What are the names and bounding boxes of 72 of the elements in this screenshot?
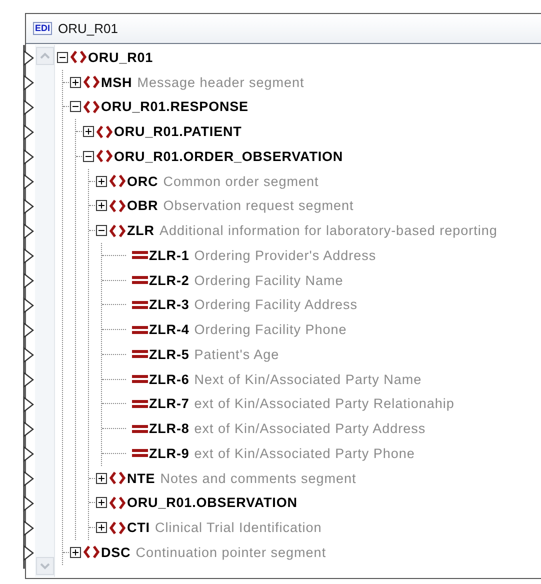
braces-icon <box>109 520 126 535</box>
braces-icon <box>83 100 100 114</box>
node-name[interactable]: ZLR-2 <box>149 272 190 288</box>
node-name[interactable]: NTE <box>127 470 156 486</box>
braces-icon <box>96 149 113 164</box>
node-description: Ordering Provider's Address <box>194 248 376 263</box>
field-icon <box>132 424 148 434</box>
braces-icon <box>109 198 126 213</box>
edi-icon: EDI <box>33 22 52 35</box>
node-description: ext of Kin/Associated Party Relationahip <box>194 396 454 412</box>
node-description: ext of Kin/Associated Party Phone <box>194 446 415 461</box>
collapse-icon[interactable] <box>96 225 107 236</box>
braces-icon <box>109 471 126 486</box>
node-description: Message header segment <box>137 74 304 90</box>
node-name[interactable]: ZLR-3 <box>149 297 190 312</box>
expand-icon[interactable] <box>96 522 107 534</box>
expand-icon[interactable] <box>83 126 94 138</box>
braces-icon <box>83 545 100 560</box>
node-name[interactable]: ZLR-1 <box>149 248 190 263</box>
node-name[interactable]: ZLR-7 <box>149 396 190 412</box>
braces-icon <box>109 174 126 188</box>
field-icon <box>132 349 148 360</box>
node-name[interactable]: ZLR-4 <box>149 322 190 338</box>
node-name[interactable]: ORU_R01.RESPONSE <box>101 99 248 114</box>
node-name[interactable]: ORC <box>127 174 158 189</box>
braces-icon <box>70 50 87 64</box>
field-icon <box>132 250 148 260</box>
node-description: Next of Kin/Associated Party Name <box>194 372 422 387</box>
field-icon <box>132 448 148 458</box>
window-title: ORU_R01 <box>58 21 118 36</box>
field-icon <box>132 275 148 286</box>
node-name[interactable]: OBR <box>127 198 158 214</box>
field-icon <box>132 324 148 335</box>
node-description: Common order segment <box>163 174 319 189</box>
collapse-icon[interactable] <box>83 150 94 162</box>
field-icon <box>132 398 148 409</box>
node-name[interactable]: ZLR-5 <box>149 346 190 362</box>
node-name[interactable]: ORU_R01.ORDER_OBSERVATION <box>114 148 344 164</box>
field-icon <box>132 300 148 310</box>
node-description: Patient's Age <box>194 346 280 362</box>
node-description: Notes and comments segment <box>160 470 356 486</box>
expand-icon[interactable] <box>70 76 81 88</box>
node-name[interactable]: MSH <box>101 74 132 90</box>
node-name[interactable]: ORU_R01.OBSERVATION <box>127 495 298 510</box>
node-description: ext of Kin/Associated Party Address <box>194 421 426 436</box>
braces-icon <box>96 124 113 139</box>
expand-icon[interactable] <box>96 497 107 508</box>
node-name[interactable]: ORU_R01.PATIENT <box>114 124 242 140</box>
braces-icon <box>83 75 100 90</box>
braces-icon <box>109 224 126 238</box>
collapse-icon[interactable] <box>57 52 68 63</box>
node-description: Ordering Facility Phone <box>194 322 347 338</box>
node-name[interactable]: CTI <box>127 520 150 536</box>
collapse-icon[interactable] <box>70 101 81 112</box>
node-description: Additional information for laboratory-based reporting <box>159 223 498 238</box>
node-name[interactable]: ORU_R01 <box>88 50 154 65</box>
node-name[interactable]: ZLR-6 <box>149 372 190 387</box>
expand-icon[interactable] <box>96 176 107 187</box>
node-description: Continuation pointer segment <box>136 544 326 560</box>
node-name[interactable]: ZLR-9 <box>149 446 190 461</box>
node-name[interactable]: ZLR-8 <box>149 421 190 436</box>
expand-icon[interactable] <box>96 472 107 484</box>
field-icon <box>132 374 148 384</box>
node-description: Observation request segment <box>163 198 354 214</box>
node-name[interactable]: DSC <box>101 544 131 560</box>
node-name[interactable]: ZLR <box>127 223 154 238</box>
expand-icon[interactable] <box>96 200 107 212</box>
node-description: Clinical Trial Identification <box>154 520 322 536</box>
node-description: Ordering Facility Address <box>194 297 358 312</box>
node-description: Ordering Facility Name <box>194 272 344 288</box>
braces-icon <box>109 496 126 510</box>
expand-icon[interactable] <box>70 546 81 558</box>
